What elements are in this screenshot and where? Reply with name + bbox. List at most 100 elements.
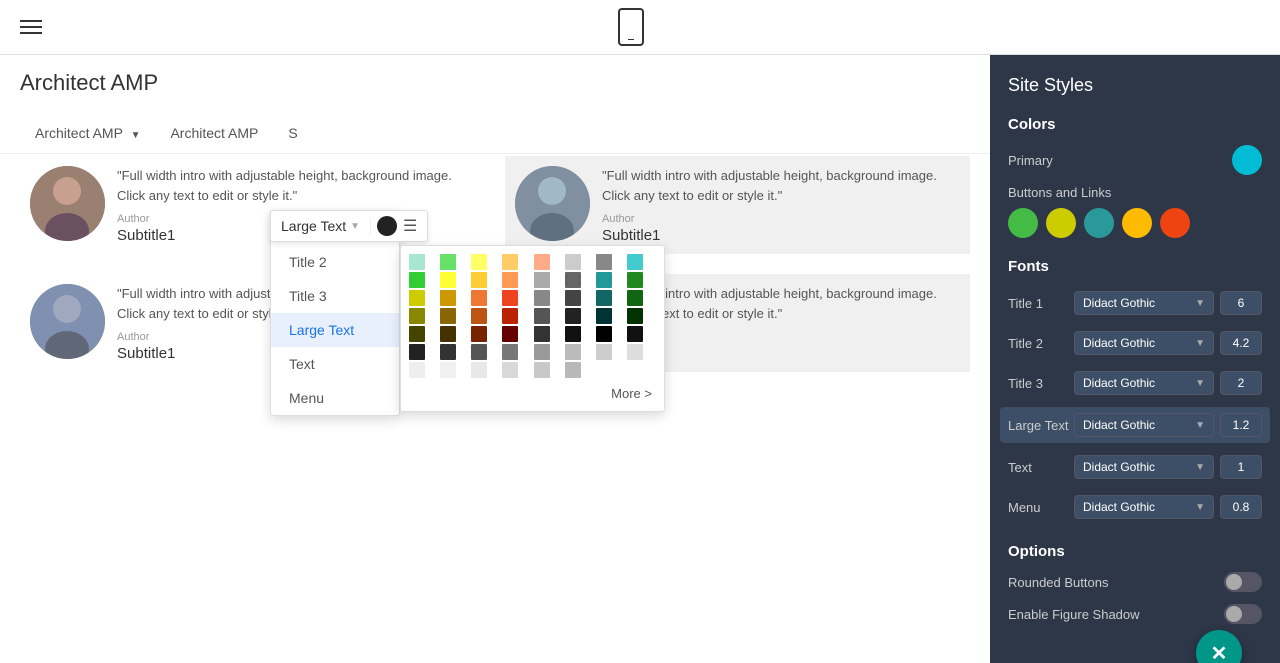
palette-color[interactable] xyxy=(502,308,518,324)
palette-color[interactable] xyxy=(565,362,581,378)
chevron-down-icon: ▼ xyxy=(1195,420,1205,431)
palette-color[interactable] xyxy=(627,308,643,324)
mobile-preview-icon[interactable] xyxy=(618,8,644,46)
palette-color[interactable] xyxy=(565,254,581,270)
font-size-input[interactable]: 6 xyxy=(1220,291,1262,315)
palette-color[interactable] xyxy=(471,326,487,342)
font-size-input[interactable]: 1.2 xyxy=(1220,413,1262,437)
palette-color[interactable] xyxy=(471,254,487,270)
primary-color-swatch[interactable] xyxy=(1232,145,1262,175)
nav-tab-2[interactable]: Architect AMP xyxy=(155,115,273,153)
palette-color[interactable] xyxy=(409,326,425,342)
color-swatch-3[interactable] xyxy=(1122,208,1152,238)
palette-color[interactable] xyxy=(471,362,487,378)
palette-color[interactable] xyxy=(409,344,425,360)
palette-color[interactable] xyxy=(596,326,612,342)
palette-color[interactable] xyxy=(440,290,456,306)
palette-color[interactable] xyxy=(409,308,425,324)
palette-color[interactable] xyxy=(409,272,425,288)
author-label: Author xyxy=(602,213,960,225)
palette-color[interactable] xyxy=(596,254,612,270)
content-area: Architect AMP Architect AMP ▼ Architect … xyxy=(0,55,990,663)
palette-more-button[interactable]: More > xyxy=(409,384,656,403)
palette-color[interactable] xyxy=(440,362,456,378)
dropdown-item-title2[interactable]: Title 2 xyxy=(271,245,399,279)
palette-color[interactable] xyxy=(627,254,643,270)
palette-color[interactable] xyxy=(596,344,612,360)
palette-color[interactable] xyxy=(565,344,581,360)
dropdown-item-title3[interactable]: Title 3 xyxy=(271,279,399,313)
palette-color[interactable] xyxy=(627,344,643,360)
palette-color[interactable] xyxy=(565,308,581,324)
palette-color[interactable] xyxy=(440,272,456,288)
font-dropdown[interactable]: Didact Gothic ▼ xyxy=(1074,495,1214,519)
palette-color[interactable] xyxy=(627,272,643,288)
palette-color[interactable] xyxy=(471,290,487,306)
toggle-switch[interactable] xyxy=(1224,604,1262,624)
font-row-menu: Menu Didact Gothic ▼ 0.8 xyxy=(1008,491,1262,523)
color-swatch-4[interactable] xyxy=(1160,208,1190,238)
font-size-input[interactable]: 1 xyxy=(1220,455,1262,479)
palette-color[interactable] xyxy=(596,308,612,324)
palette-color[interactable] xyxy=(596,290,612,306)
palette-color[interactable] xyxy=(627,290,643,306)
palette-color[interactable] xyxy=(502,254,518,270)
nav-tab-3[interactable]: S xyxy=(273,115,312,153)
font-size-input[interactable]: 2 xyxy=(1220,371,1262,395)
palette-color[interactable] xyxy=(440,254,456,270)
palette-color[interactable] xyxy=(534,290,550,306)
palette-color[interactable] xyxy=(627,326,643,342)
close-fab-button[interactable]: ✕ xyxy=(1196,630,1242,663)
palette-color[interactable] xyxy=(534,254,550,270)
chevron-down-icon: ▼ xyxy=(131,130,141,141)
dropdown-item-text[interactable]: Text xyxy=(271,347,399,381)
palette-color[interactable] xyxy=(534,344,550,360)
hamburger-icon[interactable] xyxy=(20,20,42,34)
chevron-down-icon: ▼ xyxy=(1195,462,1205,473)
palette-color[interactable] xyxy=(409,362,425,378)
color-swatch-0[interactable] xyxy=(1008,208,1038,238)
palette-color[interactable] xyxy=(502,290,518,306)
panel-title: Site Styles xyxy=(1008,75,1262,96)
font-label: Text xyxy=(1008,460,1068,475)
font-size-input[interactable]: 0.8 xyxy=(1220,495,1262,519)
font-select-group: Didact Gothic ▼ 4.2 xyxy=(1074,331,1262,355)
top-bar xyxy=(0,0,1280,55)
palette-color[interactable] xyxy=(565,272,581,288)
align-button[interactable]: ☰ xyxy=(403,216,417,236)
palette-color[interactable] xyxy=(471,272,487,288)
palette-color[interactable] xyxy=(565,326,581,342)
palette-color[interactable] xyxy=(409,254,425,270)
palette-color[interactable] xyxy=(440,308,456,324)
font-size-input[interactable]: 4.2 xyxy=(1220,331,1262,355)
palette-color[interactable] xyxy=(440,326,456,342)
font-dropdown[interactable]: Didact Gothic ▼ xyxy=(1074,371,1214,395)
palette-color[interactable] xyxy=(502,272,518,288)
palette-color[interactable] xyxy=(440,344,456,360)
palette-color[interactable] xyxy=(502,326,518,342)
font-dropdown[interactable]: Didact Gothic ▼ xyxy=(1074,455,1214,479)
style-dropdown[interactable]: Large Text ▼ xyxy=(281,218,371,234)
palette-color[interactable] xyxy=(534,272,550,288)
palette-color[interactable] xyxy=(502,344,518,360)
palette-color[interactable] xyxy=(409,290,425,306)
toggle-switch[interactable] xyxy=(1224,572,1262,592)
palette-color[interactable] xyxy=(534,326,550,342)
font-dropdown[interactable]: Didact Gothic ▼ xyxy=(1074,291,1214,315)
palette-color[interactable] xyxy=(565,290,581,306)
palette-color[interactable] xyxy=(502,362,518,378)
color-picker-button[interactable] xyxy=(377,216,397,236)
font-dropdown[interactable]: Didact Gothic ▼ xyxy=(1074,331,1214,355)
nav-tab-1[interactable]: Architect AMP ▼ xyxy=(20,115,155,153)
color-swatch-2[interactable] xyxy=(1084,208,1114,238)
dropdown-item-menu[interactable]: Menu xyxy=(271,381,399,415)
palette-color[interactable] xyxy=(596,272,612,288)
dropdown-item-largetext[interactable]: Large Text xyxy=(271,313,399,347)
palette-color[interactable] xyxy=(471,308,487,324)
palette-color[interactable] xyxy=(471,344,487,360)
avatar xyxy=(515,166,590,241)
palette-color[interactable] xyxy=(534,362,550,378)
color-swatch-1[interactable] xyxy=(1046,208,1076,238)
palette-color[interactable] xyxy=(534,308,550,324)
font-dropdown[interactable]: Didact Gothic ▼ xyxy=(1074,413,1214,437)
